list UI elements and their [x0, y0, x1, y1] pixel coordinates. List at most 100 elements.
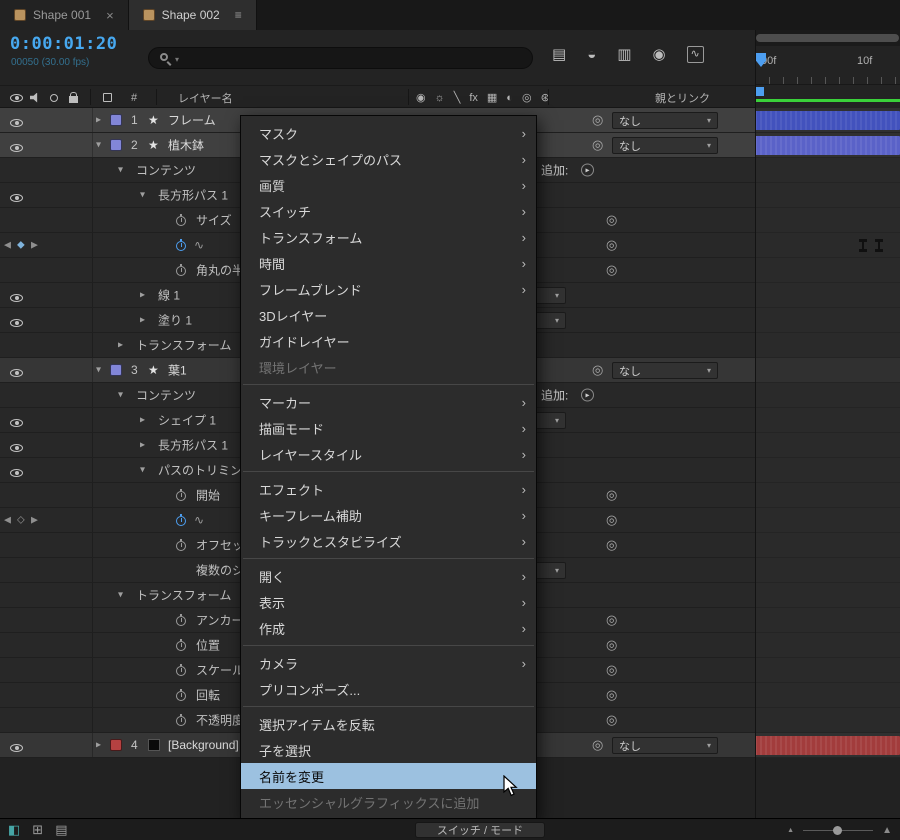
timeline-row[interactable]	[755, 158, 900, 183]
visibility-eye-icon[interactable]	[10, 119, 23, 127]
previous-keyframe-icon[interactable]: ◀	[4, 515, 11, 526]
menu-item[interactable]: スイッチ ›	[241, 198, 536, 224]
property-pickwhip-icon[interactable]: ◎	[606, 262, 617, 278]
timeline-row[interactable]	[755, 183, 900, 208]
expand-toggle-icon[interactable]: ▸	[140, 415, 145, 426]
work-area-start-marker[interactable]	[755, 87, 764, 96]
expand-toggle-icon[interactable]: ▸	[140, 440, 145, 451]
visibility-eye-icon[interactable]	[10, 194, 23, 202]
visibility-eye-icon[interactable]	[10, 294, 23, 302]
keyframe-icon[interactable]	[859, 239, 867, 252]
search-options-caret-icon[interactable]: ▾	[175, 55, 179, 64]
timeline-row[interactable]	[755, 208, 900, 233]
timeline-row[interactable]	[755, 583, 900, 608]
menu-item[interactable]: 3Dレイヤー	[241, 302, 536, 328]
menu-item[interactable]: 画質 ›	[241, 172, 536, 198]
timeline-row[interactable]	[755, 108, 900, 133]
visibility-eye-icon[interactable]	[10, 319, 23, 327]
stopwatch-icon[interactable]	[176, 489, 186, 501]
expand-toggle-icon[interactable]: ▸	[96, 740, 101, 751]
motion-blur-icon[interactable]: ◉	[652, 45, 665, 63]
timeline-row[interactable]	[755, 558, 900, 583]
menu-item[interactable]: 子を選択	[241, 737, 536, 763]
stopwatch-icon[interactable]	[176, 714, 186, 726]
expand-toggle-icon[interactable]: ▾	[140, 465, 145, 476]
close-icon[interactable]: ×	[106, 8, 114, 23]
expand-toggle-icon[interactable]: ▾	[118, 165, 123, 176]
shy-layers-icon[interactable]: ◒	[587, 46, 596, 63]
frame-blend-icon[interactable]: ▥	[617, 45, 631, 63]
panel-menu-icon[interactable]: ≡	[235, 8, 242, 22]
tab-shape-001[interactable]: Shape 001 ×	[0, 0, 129, 30]
zoom-out-icon[interactable]: ▲	[787, 827, 794, 834]
timeline-row[interactable]	[755, 483, 900, 508]
stopwatch-icon[interactable]	[176, 264, 186, 276]
transfer-controls-icon[interactable]: ▤	[55, 822, 67, 838]
graph-editor-icon[interactable]: ∿	[686, 45, 704, 63]
expand-toggle-icon[interactable]: ▸	[96, 115, 101, 126]
parent-pickwhip-icon[interactable]: ◎	[592, 137, 603, 153]
visibility-eye-icon[interactable]	[10, 144, 23, 152]
panel-divider[interactable]	[755, 30, 756, 818]
menu-item[interactable]: 描画モード ›	[241, 415, 536, 441]
visibility-eye-icon[interactable]	[10, 744, 23, 752]
stopwatch-icon[interactable]	[176, 689, 186, 701]
keyframe-toggle-icon[interactable]: ◆	[17, 240, 25, 251]
timeline-row[interactable]	[755, 233, 900, 258]
menu-item[interactable]: 開く ›	[241, 563, 536, 589]
add-shape-operator-button[interactable]: ▸	[581, 163, 594, 177]
timeline-row[interactable]	[755, 133, 900, 158]
timeline-row[interactable]	[755, 333, 900, 358]
visibility-eye-icon[interactable]	[10, 419, 23, 427]
keyframe-icon[interactable]	[875, 239, 883, 252]
menu-item[interactable]: 時間 ›	[241, 250, 536, 276]
stopwatch-icon[interactable]	[176, 514, 186, 526]
visibility-eye-icon[interactable]	[10, 444, 23, 452]
timeline-row[interactable]	[755, 308, 900, 333]
layer-duration-bar[interactable]	[755, 111, 900, 130]
menu-item[interactable]: 名前を変更	[241, 763, 536, 789]
timeline-row[interactable]	[755, 433, 900, 458]
timeline-row[interactable]	[755, 533, 900, 558]
menu-item[interactable]: 作成 ›	[241, 615, 536, 641]
stopwatch-icon[interactable]	[176, 639, 186, 651]
layer-duration-bar[interactable]	[755, 136, 900, 155]
menu-item[interactable]: レイヤースタイル ›	[241, 441, 536, 467]
menu-item[interactable]: キーフレーム補助 ›	[241, 502, 536, 528]
timeline-row[interactable]	[755, 383, 900, 408]
property-pickwhip-icon[interactable]: ◎	[606, 687, 617, 703]
expand-toggle-icon[interactable]: ▾	[96, 365, 101, 376]
stopwatch-icon[interactable]	[176, 614, 186, 626]
zoom-in-icon[interactable]: ▲	[882, 825, 892, 836]
expand-toggle-icon[interactable]: ▸	[118, 340, 123, 351]
menu-item[interactable]: 表示 ›	[241, 589, 536, 615]
property-pickwhip-icon[interactable]: ◎	[606, 237, 617, 253]
next-keyframe-icon[interactable]: ▶	[31, 515, 38, 526]
layer-label-swatch[interactable]	[110, 364, 122, 376]
timeline-row[interactable]	[755, 658, 900, 683]
property-pickwhip-icon[interactable]: ◎	[606, 612, 617, 628]
expand-toggle-icon[interactable]: ▾	[140, 190, 145, 201]
menu-item[interactable]: 選択アイテムを反転	[241, 711, 536, 737]
menu-item[interactable]: マーカー ›	[241, 389, 536, 415]
timeline-row[interactable]	[755, 258, 900, 283]
parent-pickwhip-icon[interactable]: ◎	[592, 362, 603, 378]
expand-toggle-icon[interactable]: ▾	[96, 140, 101, 151]
parent-select[interactable]: なし ▾	[612, 137, 718, 154]
time-navigator[interactable]	[755, 30, 900, 46]
menu-item[interactable]: トラックとスタビライズ ›	[241, 528, 536, 554]
expand-toggle-icon[interactable]: ▾	[118, 390, 123, 401]
next-keyframe-icon[interactable]: ▶	[31, 240, 38, 251]
stopwatch-icon[interactable]	[176, 239, 186, 251]
current-time-display[interactable]: 0:00:01:20	[10, 34, 117, 54]
expand-toggle-icon[interactable]: ▸	[140, 290, 145, 301]
property-pickwhip-icon[interactable]: ◎	[606, 212, 617, 228]
stopwatch-icon[interactable]	[176, 214, 186, 226]
timeline-row[interactable]	[755, 508, 900, 533]
parent-select[interactable]: なし ▾	[612, 112, 718, 129]
timeline-row[interactable]	[755, 708, 900, 733]
timeline-row[interactable]	[755, 358, 900, 383]
timeline-row[interactable]	[755, 633, 900, 658]
menu-item[interactable]: フレームブレンド ›	[241, 276, 536, 302]
time-ruler[interactable]: :00f 10f	[755, 46, 900, 85]
